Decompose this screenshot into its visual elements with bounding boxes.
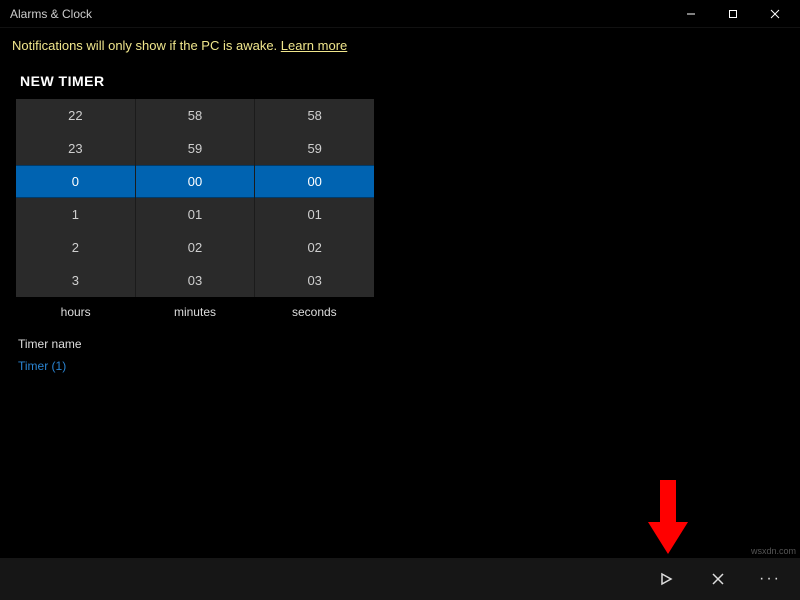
annotation-arrow-icon <box>646 480 690 558</box>
titlebar: Alarms & Clock <box>0 0 800 28</box>
close-icon <box>770 9 780 19</box>
page-title: NEW TIMER <box>16 69 784 99</box>
seconds-column[interactable]: 58 59 00 01 02 03 <box>255 99 374 297</box>
maximize-button[interactable] <box>712 0 754 28</box>
minutes-column[interactable]: 58 59 00 01 02 03 <box>136 99 256 297</box>
picker-cell-selected[interactable]: 00 <box>136 165 255 198</box>
minutes-label: minutes <box>135 305 254 319</box>
picker-cell[interactable]: 58 <box>255 99 374 132</box>
command-bar: ··· <box>0 558 800 600</box>
watermark: wsxdn.com <box>751 546 796 556</box>
picker-cell[interactable]: 1 <box>16 198 135 231</box>
picker-cell[interactable]: 59 <box>136 132 255 165</box>
notification-text: Notifications will only show if the PC i… <box>12 38 281 53</box>
hours-label: hours <box>16 305 135 319</box>
picker-cell[interactable]: 23 <box>16 132 135 165</box>
learn-more-link[interactable]: Learn more <box>281 38 347 53</box>
picker-cell[interactable]: 22 <box>16 99 135 132</box>
maximize-icon <box>728 9 738 19</box>
time-picker: 22 23 0 1 2 3 58 59 00 01 02 03 58 59 00… <box>16 99 374 297</box>
picker-cell[interactable]: 02 <box>136 231 255 264</box>
picker-cell[interactable]: 01 <box>136 198 255 231</box>
timer-name-label: Timer name <box>16 319 784 357</box>
picker-cell[interactable]: 59 <box>255 132 374 165</box>
seconds-label: seconds <box>255 305 374 319</box>
timer-name-input[interactable]: Timer (1) <box>16 357 784 375</box>
more-button[interactable]: ··· <box>754 563 786 595</box>
more-icon: ··· <box>759 570 781 588</box>
close-icon <box>711 572 725 586</box>
play-button[interactable] <box>650 563 682 595</box>
picker-cell[interactable]: 01 <box>255 198 374 231</box>
minimize-button[interactable] <box>670 0 712 28</box>
window-controls <box>670 0 796 28</box>
picker-cell[interactable]: 03 <box>255 264 374 297</box>
play-icon <box>659 572 673 586</box>
close-button[interactable] <box>754 0 796 28</box>
picker-cell-selected[interactable]: 00 <box>255 165 374 198</box>
notification-strip: Notifications will only show if the PC i… <box>0 28 800 61</box>
picker-cell[interactable]: 03 <box>136 264 255 297</box>
content: NEW TIMER 22 23 0 1 2 3 58 59 00 01 02 0… <box>0 61 800 375</box>
minimize-icon <box>686 9 696 19</box>
picker-labels: hours minutes seconds <box>16 297 374 319</box>
cancel-button[interactable] <box>702 563 734 595</box>
window-title: Alarms & Clock <box>10 7 92 21</box>
picker-cell-selected[interactable]: 0 <box>16 165 135 198</box>
picker-cell[interactable]: 3 <box>16 264 135 297</box>
picker-cell[interactable]: 58 <box>136 99 255 132</box>
picker-cell[interactable]: 2 <box>16 231 135 264</box>
hours-column[interactable]: 22 23 0 1 2 3 <box>16 99 136 297</box>
picker-cell[interactable]: 02 <box>255 231 374 264</box>
